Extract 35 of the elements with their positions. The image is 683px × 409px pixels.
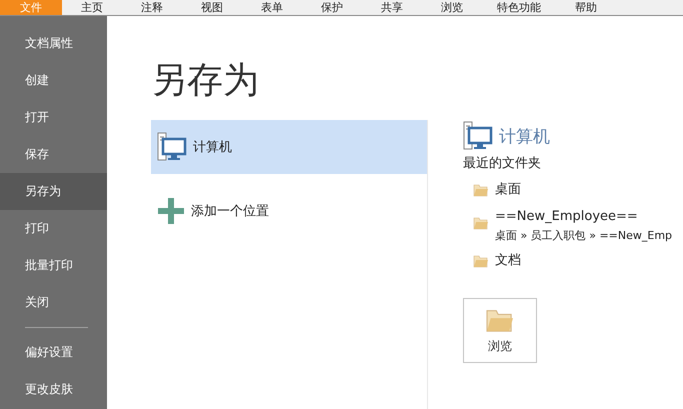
- browse-button[interactable]: 浏览: [463, 298, 537, 363]
- folder-path: 桌面 » 员工入职包 » ==New_Emp: [495, 228, 672, 243]
- sidebar-item[interactable]: 文档属性: [0, 25, 107, 62]
- menu-tab[interactable]: 浏览: [422, 0, 482, 15]
- folder-icon: [473, 183, 489, 197]
- menu-tab[interactable]: 共享: [362, 0, 422, 15]
- page-title: 另存为: [151, 59, 260, 103]
- sidebar-item[interactable]: 打印: [0, 210, 107, 247]
- folder-link[interactable]: ==New_Employee==: [495, 209, 672, 224]
- menu-tab[interactable]: 帮助: [556, 0, 616, 15]
- menu-tab[interactable]: 保护: [302, 0, 362, 15]
- section-heading: 计算机: [499, 126, 550, 148]
- folder-icon: [473, 216, 489, 230]
- folder-link[interactable]: 文档: [495, 251, 521, 269]
- recent-folders-label: 最近的文件夹: [463, 155, 542, 172]
- menu-tab[interactable]: 注释: [122, 0, 182, 15]
- menu-tab[interactable]: 视图: [182, 0, 242, 15]
- sidebar-item[interactable]: 打开: [0, 99, 107, 136]
- computer-icon: [463, 121, 493, 151]
- sidebar-item[interactable]: 偏好设置: [0, 334, 107, 371]
- folder-icon: [473, 254, 489, 268]
- menu-tab[interactable]: 主页: [62, 0, 122, 15]
- plus-icon: [157, 197, 185, 225]
- sidebar-item[interactable]: 创建: [0, 62, 107, 99]
- location-item[interactable]: 计算机: [151, 120, 427, 174]
- folder-link[interactable]: 桌面: [495, 180, 521, 198]
- sidebar-item[interactable]: 更改皮肤: [0, 371, 107, 408]
- computer-icon: [157, 132, 187, 162]
- menu-tab[interactable]: 特色功能: [482, 0, 556, 15]
- location-item[interactable]: 添加一个位置: [151, 184, 427, 238]
- sidebar-item[interactable]: 另存为: [0, 173, 107, 210]
- menu-tab[interactable]: 表单: [242, 0, 302, 15]
- sidebar-item[interactable]: 关闭: [0, 284, 107, 321]
- sidebar-item[interactable]: 保存: [0, 136, 107, 173]
- sidebar-item[interactable]: 批量打印: [0, 247, 107, 284]
